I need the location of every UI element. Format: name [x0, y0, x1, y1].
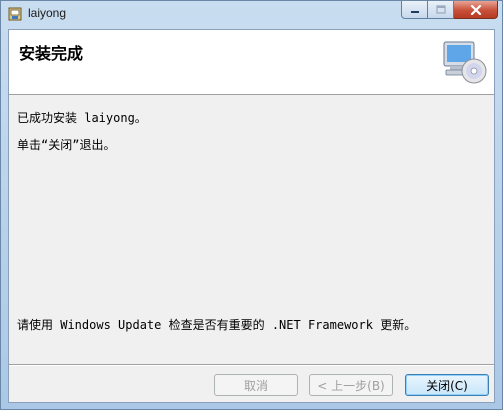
page-title: 安装完成: [19, 44, 84, 63]
computer-cd-icon: [443, 41, 487, 84]
installer-window: laiyong 安装完成 已成功安装 laiyong。 单击“关闭”退出。 请使…: [0, 0, 503, 410]
close-window-button[interactable]: [454, 1, 498, 19]
back-button[interactable]: < 上一步(B): [309, 374, 393, 396]
title-bar[interactable]: laiyong: [1, 1, 502, 29]
close-instruction-text: 单击“关闭”退出。: [17, 138, 116, 152]
maximize-button[interactable]: [428, 1, 454, 19]
installer-app-icon: [8, 7, 22, 21]
footer-divider: [9, 364, 494, 366]
close-button[interactable]: 关闭(C): [405, 374, 489, 396]
minimize-icon: [410, 10, 419, 13]
caption-buttons: [401, 1, 498, 21]
window-title: laiyong: [28, 6, 67, 20]
close-icon: [470, 4, 481, 15]
install-success-text: 已成功安装 laiyong。: [17, 111, 147, 125]
windows-update-text: 请使用 Windows Update 检查是否有重要的 .NET Framewo…: [17, 318, 417, 332]
dialog-client-area: 安装完成 已成功安装 laiyong。 单击“关闭”退出。 请使用 Window…: [8, 29, 495, 403]
maximize-icon: [435, 5, 446, 14]
cancel-button[interactable]: 取消: [214, 374, 298, 396]
minimize-button[interactable]: [401, 1, 428, 19]
header-banner: 安装完成: [9, 30, 494, 95]
